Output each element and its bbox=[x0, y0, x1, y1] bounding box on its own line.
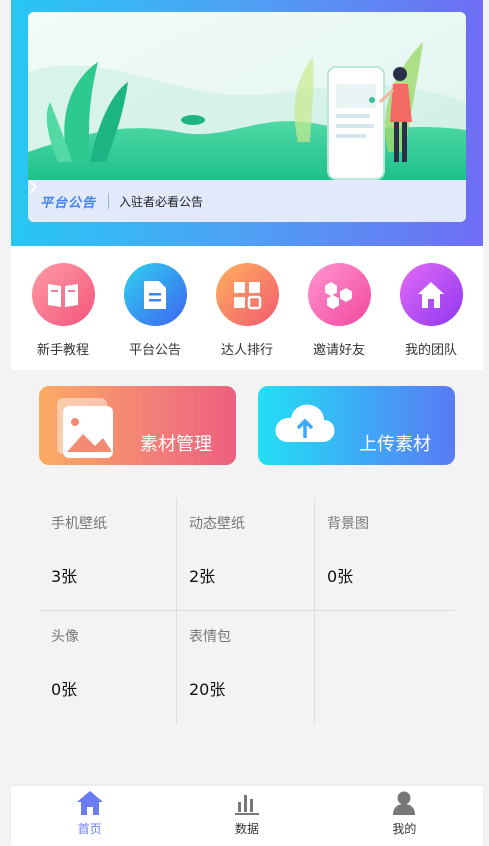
stat-value: 3张 bbox=[51, 567, 78, 586]
notice-text: 入驻者必看公告 bbox=[119, 194, 204, 209]
stat-title: 头像 bbox=[51, 629, 79, 645]
stat-value: 0张 bbox=[51, 680, 78, 699]
stat-title: 手机壁纸 bbox=[51, 516, 107, 532]
image-gallery-icon bbox=[57, 398, 113, 458]
stat-phone-wallpaper[interactable]: 手机壁纸 3张 bbox=[39, 498, 177, 610]
stat-avatar[interactable]: 头像 0张 bbox=[39, 611, 177, 724]
home-icon bbox=[399, 263, 463, 326]
chevron-right-icon bbox=[29, 180, 38, 194]
menu-label: 新手教程 bbox=[36, 343, 89, 358]
stat-value: 2张 bbox=[189, 567, 216, 586]
cloud-upload-icon bbox=[275, 404, 335, 442]
menu-item-announcement[interactable]: 平台公告 bbox=[113, 246, 197, 370]
user-icon bbox=[393, 791, 416, 815]
stat-live-wallpaper[interactable]: 动态壁纸 2张 bbox=[177, 498, 315, 610]
stat-emoji-pack[interactable]: 表情包 20张 bbox=[177, 611, 315, 724]
material-management-card[interactable]: 素材管理 bbox=[39, 386, 236, 465]
notice-tag: 平台公告 bbox=[40, 195, 97, 211]
book-icon bbox=[31, 263, 95, 326]
notice-divider bbox=[108, 193, 110, 209]
quick-menu: 新手教程 平台公告 达人排行 邀请好友 我的团队 bbox=[11, 246, 483, 370]
stat-title: 背景图 bbox=[327, 516, 369, 532]
hexagon-icon bbox=[307, 263, 371, 326]
bar-chart-icon bbox=[234, 795, 259, 815]
stat-empty-cell bbox=[315, 611, 453, 724]
grid-icon bbox=[215, 263, 279, 326]
tab-label: 我的 bbox=[392, 822, 417, 836]
tab-data[interactable]: 数据 bbox=[168, 786, 325, 846]
menu-label: 达人排行 bbox=[220, 343, 273, 358]
stat-value: 20张 bbox=[189, 680, 226, 699]
card-label: 上传素材 bbox=[359, 434, 431, 455]
upload-material-card[interactable]: 上传素材 bbox=[258, 386, 455, 465]
bottom-tab-bar: 首页 数据 我的 bbox=[11, 786, 483, 846]
menu-item-ranking[interactable]: 达人排行 bbox=[205, 246, 289, 370]
menu-label: 邀请好友 bbox=[312, 343, 365, 358]
menu-item-tutorial[interactable]: 新手教程 bbox=[21, 246, 105, 370]
menu-item-invite[interactable]: 邀请好友 bbox=[297, 246, 381, 370]
document-icon bbox=[123, 263, 187, 326]
menu-item-team[interactable]: 我的团队 bbox=[389, 246, 473, 370]
stat-title: 动态壁纸 bbox=[189, 516, 245, 532]
card-label: 素材管理 bbox=[140, 434, 212, 455]
menu-label: 我的团队 bbox=[404, 343, 457, 358]
material-stats-grid: 手机壁纸 3张 动态壁纸 2张 背景图 0张 头像 0张 表情包 20张 bbox=[39, 498, 455, 724]
stat-title: 表情包 bbox=[189, 629, 231, 645]
tab-label: 数据 bbox=[234, 822, 259, 836]
tab-label: 首页 bbox=[77, 822, 102, 836]
menu-label: 平台公告 bbox=[128, 343, 181, 358]
stat-value: 0张 bbox=[327, 567, 354, 586]
notice-bar[interactable]: 平台公告 入驻者必看公告 bbox=[28, 180, 466, 222]
home-icon bbox=[76, 791, 103, 815]
tab-mine[interactable]: 我的 bbox=[326, 786, 483, 846]
stat-background[interactable]: 背景图 0张 bbox=[315, 498, 453, 610]
tab-home[interactable]: 首页 bbox=[11, 786, 168, 846]
banner-carousel[interactable]: 平台公告 入驻者必看公告 bbox=[28, 12, 466, 222]
